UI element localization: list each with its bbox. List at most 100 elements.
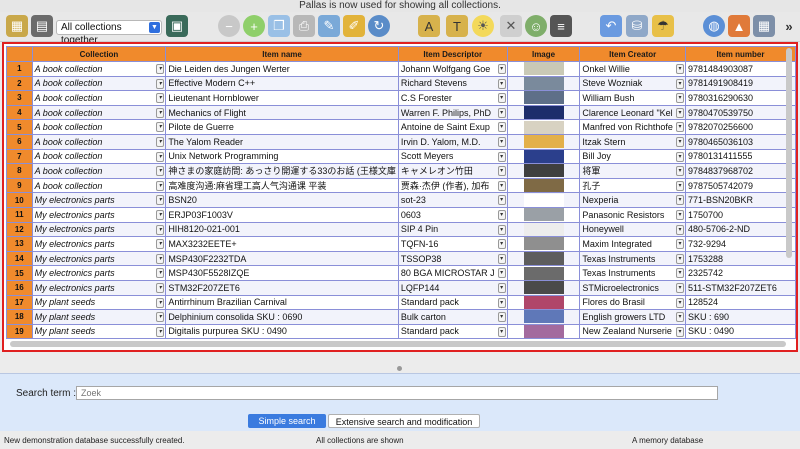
dropdown-arrow-icon[interactable]: ▾ [675,195,684,206]
item-number-cell[interactable]: SKU : 0490 [684,323,796,340]
item-creator-cell[interactable]: Onkel Willie ▾ [579,61,686,77]
item-name-cell[interactable]: Pilote de Guerre [165,119,399,135]
item-number-cell[interactable]: 480-5706-2-ND [684,221,796,238]
dropdown-arrow-icon[interactable]: ▾ [675,64,684,74]
dropdown-arrow-icon[interactable]: ▾ [497,253,506,264]
item-name-cell[interactable]: Die Leiden des Jungen Werter [165,61,399,77]
barcode-icon[interactable]: ≡ [550,15,572,37]
image-cell[interactable] [506,250,581,267]
item-number-cell[interactable]: 1753288 [684,250,796,267]
item-descriptor-cell[interactable]: Bulk carton ▾ [397,309,508,325]
image-cell[interactable] [506,309,581,325]
image-cell[interactable] [506,163,581,179]
image-cell[interactable] [506,104,581,121]
column-header-item-creator[interactable]: Item Creator [579,46,686,62]
item-number-cell[interactable]: 9782070256600 [684,119,796,135]
dropdown-arrow-icon[interactable]: ▾ [156,180,165,191]
column-header-item-name[interactable]: Item name [165,46,399,62]
dropdown-arrow-icon[interactable]: ▾ [497,136,506,147]
table-row[interactable]: 15 My electronics parts ▾ MSP430F5528IZQE 80… [6,265,796,281]
item-descriptor-cell[interactable]: Scott Meyers ▾ [397,148,508,165]
dropdown-arrow-icon[interactable]: ▾ [675,151,684,162]
item-descriptor-cell[interactable]: Irvin D. Yalom, M.D. ▾ [397,133,508,150]
item-number-cell[interactable]: SKU : 690 [684,309,796,325]
collection-cell[interactable]: My electronics parts ▾ [31,236,167,252]
collection-cell[interactable]: My electronics parts ▾ [31,221,167,238]
item-name-cell[interactable]: 高难度沟通:麻省理工高人气沟通课 平装 [165,177,399,194]
collection-cell[interactable]: A book collection ▾ [31,177,167,194]
collection-cell[interactable]: My plant seeds ▾ [31,309,167,325]
table-row[interactable]: 11 My electronics parts ▾ ERJP03F1003V 0603 ▾… [6,206,796,223]
item-number-cell[interactable]: 9781491908419 [684,75,796,92]
dropdown-arrow-icon[interactable]: ▾ [497,180,506,191]
table-row[interactable]: 7A book collection ▾ Unix Network Programm… [6,148,796,165]
text-style-icon[interactable]: T [446,15,468,37]
item-descriptor-cell[interactable]: Standard pack ▾ [397,323,508,340]
item-number-cell[interactable]: 732-9294 [684,236,796,252]
image-cell[interactable] [506,265,581,281]
item-descriptor-cell[interactable]: 贾森·杰伊 (作者), 加布 ▾ [397,177,508,194]
collection-cell[interactable]: A book collection ▾ [31,119,167,135]
dropdown-arrow-icon[interactable]: ▾ [675,122,684,133]
column-header-item-number[interactable]: Item number [684,46,796,62]
dropdown-arrow-icon[interactable]: ▾ [497,166,506,177]
collection-cell[interactable]: A book collection ▾ [31,104,167,121]
dropdown-arrow-icon[interactable]: ▾ [497,268,506,279]
table-row[interactable]: 10 My electronics parts ▾ BSN20 sot-23 ▾ Nexpe… [6,192,796,208]
database-icon[interactable]: ⛁ [626,15,648,37]
dropdown-arrow-icon[interactable]: ▾ [675,282,684,293]
table-row[interactable]: 19 My plant seeds ▾ Digitalis purpurea SKU … [6,323,796,340]
lightbulb-icon[interactable]: ☀ [472,15,494,37]
collection-cell[interactable]: My electronics parts ▾ [31,206,167,223]
edit-item-icon[interactable]: ✐ [343,15,365,37]
dropdown-arrow-icon[interactable]: ▾ [675,180,684,191]
item-creator-cell[interactable]: William Bush ▾ [579,90,686,106]
dropdown-arrow-icon[interactable]: ▾ [156,224,165,235]
item-number-cell[interactable]: 9780131411555 [684,148,796,165]
item-descriptor-cell[interactable]: Warren F. Philips, PhD ▾ [397,104,508,121]
table-row[interactable]: 13 My electronics parts ▾ MAX3232EETE+ TQFN-… [6,236,796,252]
item-descriptor-cell[interactable]: LQFP144 ▾ [397,279,508,296]
undo-icon[interactable]: ↶ [600,15,622,37]
item-creator-cell[interactable]: English growers LTD ▾ [579,309,686,325]
collection-select[interactable]: All collections together ▼ [56,20,162,46]
dropdown-arrow-icon[interactable]: ▾ [497,239,506,250]
table-row[interactable]: 9A book collection ▾ 高难度沟通:麻省理工高人气沟通课 平装 贾森… [6,177,796,194]
grid-icon[interactable]: ▦ [753,15,775,37]
column-header-image[interactable]: Image [506,46,581,62]
image-cell[interactable] [506,148,581,165]
item-number-cell[interactable]: 2325742 [684,265,796,281]
item-descriptor-cell[interactable]: 80 BGA MICROSTAR J ▾ [397,265,508,281]
collection-cell[interactable]: My plant seeds ▾ [31,294,167,311]
collection-cell[interactable]: My electronics parts ▾ [31,279,167,296]
collection-cell[interactable]: A book collection ▾ [31,75,167,92]
dropdown-arrow-icon[interactable]: ▾ [156,209,165,220]
dropdown-arrow-icon[interactable]: ▾ [156,78,165,89]
table-row[interactable]: 4A book collection ▾ Mechanics of Flight Wa… [6,104,796,121]
item-number-cell[interactable]: 9781484903087 [684,61,796,77]
item-number-cell[interactable]: 9780470539750 [684,104,796,121]
dropdown-arrow-icon[interactable]: ▾ [497,297,506,308]
collection-icon[interactable]: ▣ [166,15,188,37]
dropdown-arrow-icon[interactable]: ▾ [497,195,506,206]
dropdown-arrow-icon[interactable]: ▾ [156,64,165,74]
dropdown-arrow-icon[interactable]: ▾ [675,209,684,220]
dropdown-arrow-icon[interactable]: ▾ [497,64,506,74]
item-creator-cell[interactable]: New Zealand Nurserie ▾ [579,323,686,340]
dropdown-arrow-icon[interactable]: ▾ [156,166,165,177]
image-cell[interactable] [506,221,581,238]
dropdown-arrow-icon[interactable]: ▾ [497,282,506,293]
text-grow-icon[interactable]: A [418,15,440,37]
column-header-collection[interactable]: Collection [31,46,167,62]
collection-cell[interactable]: My electronics parts ▾ [31,192,167,208]
item-creator-cell[interactable]: Steve Wozniak ▾ [579,75,686,92]
dropdown-arrow-icon[interactable]: ▾ [497,93,506,104]
image-cell[interactable] [506,279,581,296]
item-descriptor-cell[interactable]: Johann Wolfgang Goe ▾ [397,61,508,77]
item-name-cell[interactable]: Lieutenant Hornblower [165,90,399,106]
image-cell[interactable] [506,133,581,150]
item-creator-cell[interactable]: Panasonic Resistors ▾ [579,206,686,223]
item-descriptor-cell[interactable]: Antoine de Saint Exup ▾ [397,119,508,135]
dropdown-arrow-icon[interactable]: ▾ [675,297,684,308]
refresh-icon[interactable]: ↻ [368,15,390,37]
